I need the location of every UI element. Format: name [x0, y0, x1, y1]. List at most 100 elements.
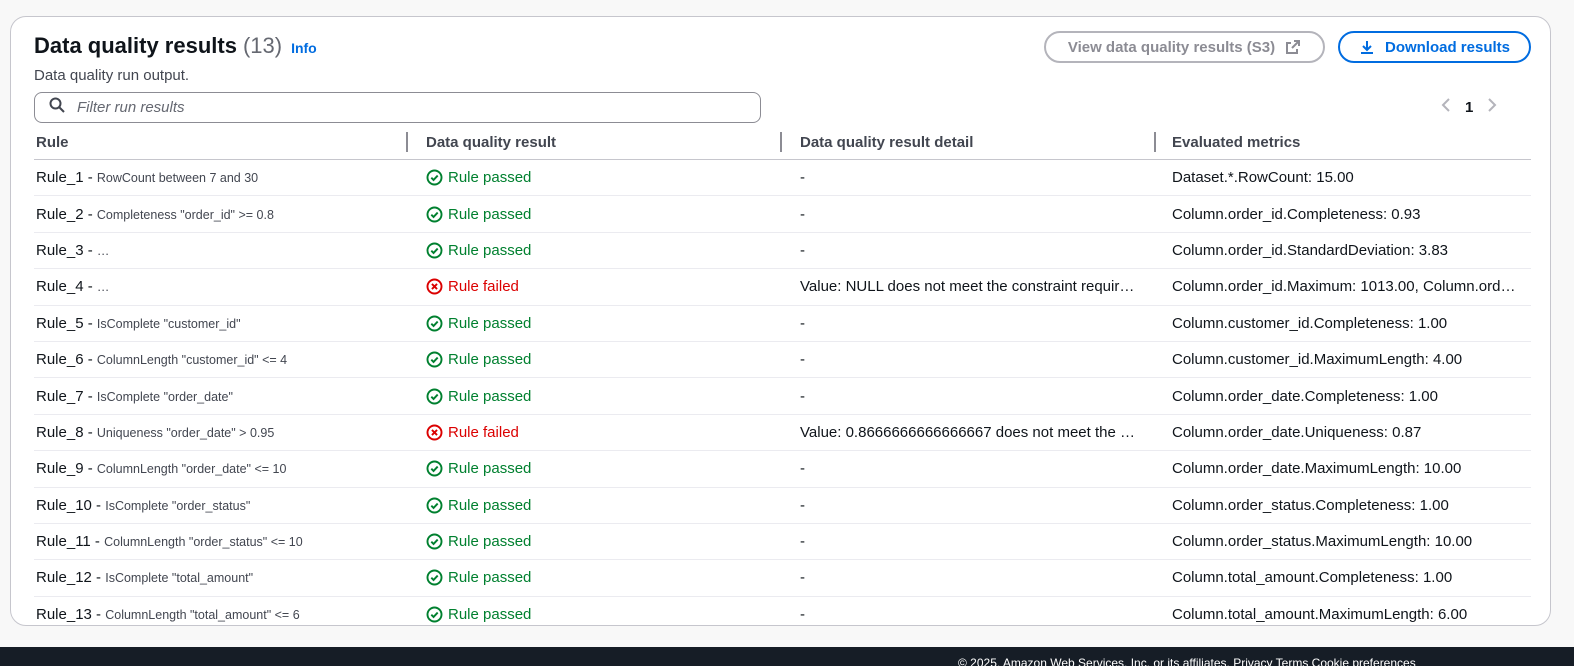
rule-definition: ColumnLength "order_status" <= 10 [104, 535, 303, 550]
rule-cell: Rule_5 - IsComplete "customer_id" [34, 315, 408, 332]
view-s3-results-button[interactable]: View data quality results (S3) [1044, 31, 1325, 63]
rule-cell: Rule_7 - IsComplete "order_date" [34, 388, 408, 405]
view-s3-results-label: View data quality results (S3) [1067, 38, 1276, 56]
evaluated-metrics-cell: Column.order_date.MaximumLength: 10.00 [1172, 460, 1462, 478]
result-detail-cell: - [800, 533, 805, 551]
column-header-result[interactable]: Data quality result [408, 131, 782, 152]
result-detail-cell: - [800, 605, 805, 623]
status-text: Rule passed [448, 351, 532, 369]
status-indicator: Rule passed [426, 351, 782, 368]
status-indicator: Rule passed [426, 460, 782, 477]
rule-definition: … [96, 243, 110, 258]
evaluated-metrics-cell: Column.order_status.Completeness: 1.00 [1172, 496, 1449, 514]
result-cell: Rule passed [408, 497, 782, 514]
result-detail-cell: - [800, 169, 805, 187]
status-text: Rule passed [448, 496, 532, 514]
status-indicator: Rule passed [426, 315, 782, 332]
table-row: Rule_7 - IsComplete "order_date" Rule pas… [34, 378, 1531, 415]
rule-definition: IsComplete "order_status" [105, 498, 251, 513]
page-subtitle: Data quality run output. [34, 67, 190, 84]
rule-definition: … [96, 280, 110, 295]
check-circle-icon [426, 497, 443, 514]
rule-name: Rule_10 - [36, 496, 102, 514]
status-indicator: Rule failed [426, 278, 782, 295]
x-circle-icon [426, 424, 443, 441]
status-text: Rule passed [448, 533, 532, 551]
results-table: Rule Data quality result Data quality re… [34, 125, 1531, 632]
table-row: Rule_5 - IsComplete "customer_id" Rule pa… [34, 306, 1531, 342]
evaluated-metrics-cell: Column.order_id.StandardDeviation: 3.83 [1172, 241, 1448, 259]
result-detail-cell: - [800, 205, 805, 223]
check-circle-icon [426, 606, 443, 623]
rule-name: Rule_3 - [36, 241, 93, 259]
rule-cell: Rule_13 - ColumnLength "total_amount" <=… [34, 606, 408, 623]
rule-definition: ColumnLength "total_amount" <= 6 [105, 607, 300, 622]
rule-name: Rule_1 - [36, 169, 93, 187]
check-circle-icon [426, 533, 443, 550]
rule-cell: Rule_9 - ColumnLength "order_date" <= 10 [34, 460, 408, 477]
column-header-result-detail[interactable]: Data quality result detail [782, 131, 1156, 152]
info-link[interactable]: Info [291, 40, 317, 56]
rule-definition: RowCount between 7 and 30 [96, 171, 259, 186]
result-detail-cell: - [800, 241, 805, 259]
evaluated-metrics-cell: Column.order_date.Uniqueness: 0.87 [1172, 423, 1422, 441]
download-icon [1359, 39, 1375, 55]
filter-run-results-input[interactable] [75, 98, 719, 117]
rule-definition: ColumnLength "order_date" <= 10 [96, 462, 287, 477]
result-cell: Rule passed [408, 460, 782, 477]
table-row: Rule_10 - IsComplete "order_status" Rule … [34, 488, 1531, 524]
rule-name: Rule_12 - [36, 569, 102, 587]
status-indicator: Rule passed [426, 606, 782, 623]
footer: © 2025, Amazon Web Services, Inc. or its… [0, 647, 1574, 666]
result-cell: Rule passed [408, 169, 782, 186]
rule-name: Rule_8 - [36, 423, 93, 441]
check-circle-icon [426, 169, 443, 186]
result-cell: Rule passed [408, 388, 782, 405]
result-detail-cell: - [800, 314, 805, 332]
download-results-label: Download results [1384, 38, 1511, 56]
table-header: Rule Data quality result Data quality re… [34, 125, 1531, 160]
rule-name: Rule_6 - [36, 351, 93, 369]
rule-cell: Rule_8 - Uniqueness "order_date" > 0.95 [34, 424, 408, 441]
check-circle-icon [426, 388, 443, 405]
pagination: 1 [1441, 97, 1497, 118]
status-text: Rule passed [448, 569, 532, 587]
rule-definition: IsComplete "order_date" [96, 389, 233, 404]
header: Data quality results (13) Info [34, 33, 317, 59]
check-circle-icon [426, 351, 443, 368]
evaluated-metrics-cell: Column.total_amount.MaximumLength: 6.00 [1172, 605, 1468, 623]
filter-search-box [34, 92, 761, 123]
check-circle-icon [426, 460, 443, 477]
rule-cell: Rule_4 - … [34, 278, 408, 295]
evaluated-metrics-cell: Column.total_amount.Completeness: 1.00 [1172, 569, 1453, 587]
table-row: Rule_11 - ColumnLength "order_status" <=… [34, 524, 1531, 561]
download-results-button[interactable]: Download results [1338, 31, 1531, 63]
evaluated-metrics-cell: Column.customer_id.Completeness: 1.00 [1172, 314, 1448, 332]
table-row: Rule_12 - IsComplete "total_amount" Rule … [34, 560, 1531, 597]
result-cell: Rule passed [408, 533, 782, 550]
result-cell: Rule failed [408, 424, 782, 441]
result-cell: Rule passed [408, 206, 782, 223]
evaluated-metrics-cell: Column.order_date.Completeness: 1.00 [1172, 387, 1438, 405]
table-row: Rule_6 - ColumnLength "customer_id" <= 4… [34, 342, 1531, 379]
result-detail-cell: - [800, 387, 805, 405]
rule-cell: Rule_6 - ColumnLength "customer_id" <= 4 [34, 351, 408, 368]
status-text: Rule passed [448, 460, 532, 478]
rule-cell: Rule_10 - IsComplete "order_status" [34, 497, 408, 514]
column-header-rule[interactable]: Rule [34, 131, 408, 152]
check-circle-icon [426, 315, 443, 332]
column-header-evaluated-metrics[interactable]: Evaluated metrics [1156, 134, 1531, 151]
table-row: Rule_13 - ColumnLength "total_amount" <=… [34, 597, 1531, 632]
page-number-1[interactable]: 1 [1465, 99, 1473, 116]
status-text: Rule failed [448, 423, 519, 441]
status-text: Rule passed [448, 169, 532, 187]
evaluated-metrics-cell: Column.order_id.Maximum: 1013.00, Column… [1172, 278, 1531, 296]
result-detail-cell: - [800, 496, 805, 514]
status-text: Rule passed [448, 314, 532, 332]
chevron-right-icon[interactable] [1487, 97, 1497, 118]
chevron-left-icon[interactable] [1441, 97, 1451, 118]
rule-cell: Rule_11 - ColumnLength "order_status" <=… [34, 533, 408, 550]
result-detail-cell: - [800, 351, 805, 369]
external-link-icon [1285, 39, 1301, 55]
status-indicator: Rule passed [426, 169, 782, 186]
